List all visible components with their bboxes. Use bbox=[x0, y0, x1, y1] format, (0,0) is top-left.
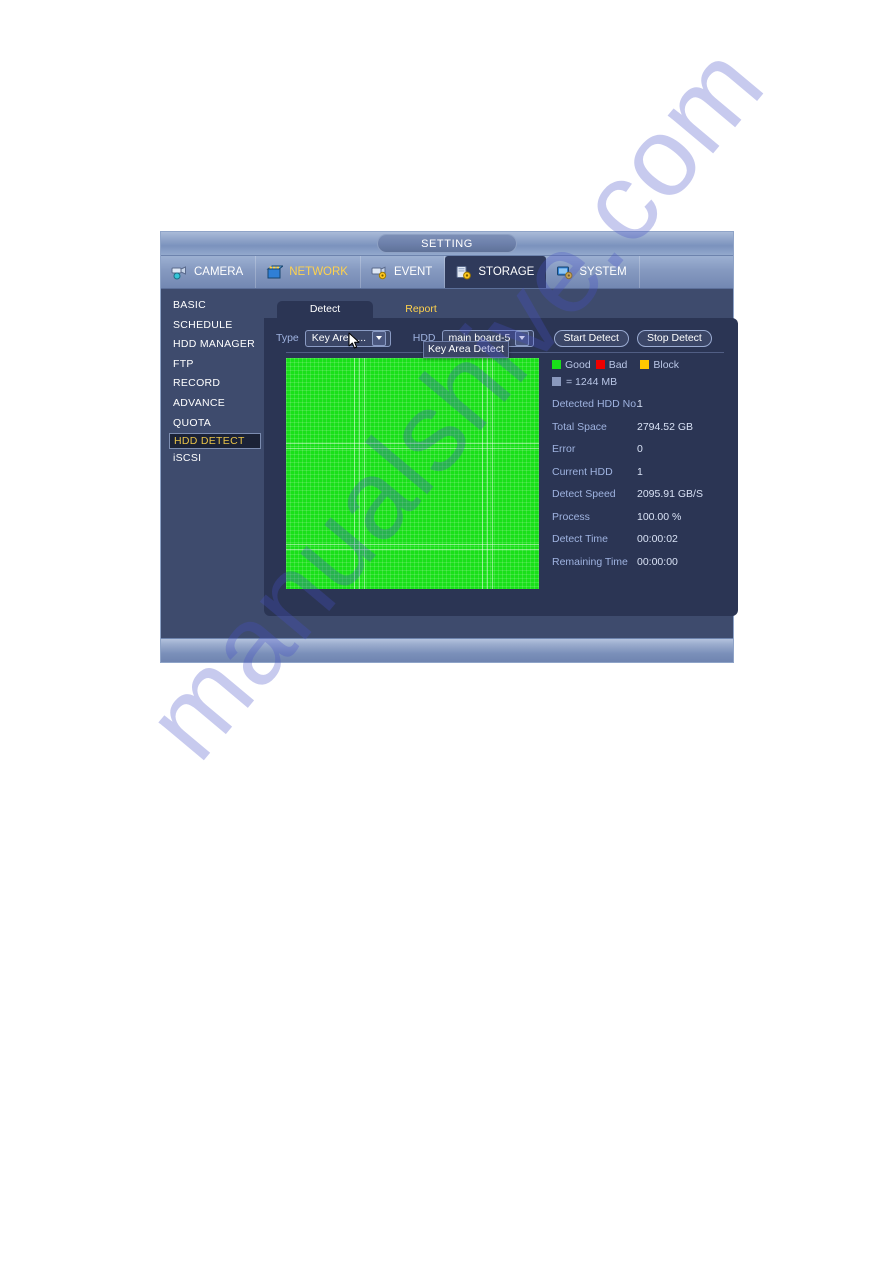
sidebar-item-advance-label: ADVANCE bbox=[173, 396, 226, 409]
tab-camera-label: CAMERA bbox=[194, 266, 244, 278]
info-row-error: Error 0 bbox=[552, 438, 738, 461]
info-key: Error bbox=[552, 443, 576, 456]
tab-report-label: Report bbox=[405, 303, 437, 315]
tab-storage-label: STORAGE bbox=[478, 266, 535, 278]
sidebar-item-hdd-detect-label: HDD DETECT bbox=[174, 435, 245, 448]
info-key: Process bbox=[552, 510, 590, 523]
sidebar-item-basic[interactable]: BASIC bbox=[161, 296, 264, 316]
legend-good-label: Good bbox=[565, 358, 591, 371]
tab-system-label: SYSTEM bbox=[579, 266, 627, 278]
info-row-detected-hdd-no: Detected HDD No. 1 bbox=[552, 393, 738, 416]
sidebar-item-schedule-label: SCHEDULE bbox=[173, 318, 233, 331]
storage-icon bbox=[455, 265, 472, 280]
legend-good: Good bbox=[552, 359, 591, 371]
nav-filler bbox=[640, 256, 733, 288]
info-value: 1 bbox=[637, 465, 643, 478]
sidebar-item-quota[interactable]: QUOTA bbox=[161, 414, 264, 434]
info-row-detect-speed: Detect Speed 2095.91 GB/S bbox=[552, 483, 738, 506]
sidebar-item-iscsi[interactable]: iSCSI bbox=[161, 449, 264, 469]
window-body: BASIC SCHEDULE HDD MANAGER FTP RECORD AD… bbox=[161, 289, 738, 638]
chevron-down-icon[interactable] bbox=[371, 330, 386, 346]
sidebar-item-schedule[interactable]: SCHEDULE bbox=[161, 316, 264, 336]
tab-report[interactable]: Report bbox=[373, 301, 469, 318]
legend-block: Block bbox=[640, 359, 679, 371]
type-select-tooltip: Key Area Detect bbox=[423, 341, 509, 358]
info-row-remaining-time: Remaining Time 00:00:00 bbox=[552, 551, 738, 574]
info-key: Remaining Time bbox=[552, 555, 628, 568]
tab-detect[interactable]: Detect bbox=[277, 301, 373, 318]
system-icon bbox=[556, 265, 573, 280]
legend-bad: Bad bbox=[595, 358, 628, 371]
start-detect-button[interactable]: Start Detect bbox=[553, 329, 629, 347]
detect-body: Good Bad Block = 1244 MB Detected HDD No… bbox=[264, 349, 738, 589]
info-value: 2794.52 GB bbox=[637, 420, 694, 433]
info-key: Detect Speed bbox=[552, 488, 616, 501]
sidebar-item-record[interactable]: RECORD bbox=[161, 374, 264, 394]
sidebar-item-record-label: RECORD bbox=[173, 377, 221, 390]
type-label: Type bbox=[276, 332, 299, 344]
sidebar-item-hdd-detect[interactable]: HDD DETECT bbox=[169, 433, 261, 450]
sub-tabs: Detect Report bbox=[264, 301, 751, 318]
info-value: 2095.91 GB/S bbox=[637, 488, 703, 501]
sidebar-item-ftp[interactable]: FTP bbox=[161, 355, 264, 375]
window-title: SETTING bbox=[377, 234, 517, 253]
legend-block-label: Block bbox=[653, 358, 680, 371]
tab-camera[interactable]: CAMERA bbox=[161, 256, 257, 288]
tab-network-label: NETWORK bbox=[289, 266, 348, 278]
chevron-down-icon[interactable] bbox=[514, 330, 529, 346]
info-key: Detected HDD No. bbox=[552, 398, 639, 411]
page-root: manualshive.com SETTING CAMERA NETWORK E… bbox=[0, 0, 893, 1263]
setting-window: SETTING CAMERA NETWORK EVENT STORAGE SYS… bbox=[160, 231, 738, 663]
disk-block-map bbox=[286, 358, 539, 589]
sidebar-item-iscsi-label: iSCSI bbox=[173, 452, 202, 465]
tab-system[interactable]: SYSTEM bbox=[546, 256, 640, 288]
info-row-process: Process 100.00 % bbox=[552, 506, 738, 529]
legend-unit-row: = 1244 MB bbox=[552, 375, 738, 388]
good-swatch-icon bbox=[552, 360, 561, 369]
tab-event-label: EVENT bbox=[393, 266, 433, 278]
sidebar-item-ftp-label: FTP bbox=[173, 357, 194, 370]
event-icon bbox=[371, 265, 388, 280]
type-select[interactable]: Key Area ... bbox=[304, 329, 391, 347]
legend-bad-label: Bad bbox=[608, 358, 628, 371]
info-value: 1 bbox=[637, 398, 643, 411]
sidebar-item-hdd-manager-label: HDD MANAGER bbox=[173, 338, 256, 351]
info-value: 0 bbox=[637, 443, 643, 456]
legend-row: Good Bad Block bbox=[552, 358, 738, 371]
info-value: 100.00 % bbox=[637, 510, 682, 523]
window-bottombar bbox=[161, 638, 733, 662]
storage-sidebar: BASIC SCHEDULE HDD MANAGER FTP RECORD AD… bbox=[161, 289, 264, 638]
sidebar-item-advance[interactable]: ADVANCE bbox=[161, 394, 264, 414]
info-value: 00:00:02 bbox=[637, 533, 678, 546]
type-select-value: Key Area ... bbox=[311, 332, 367, 344]
info-row-total-space: Total Space 2794.52 GB bbox=[552, 416, 738, 439]
block-swatch-icon bbox=[640, 360, 650, 369]
tab-event[interactable]: EVENT bbox=[361, 256, 446, 288]
sidebar-item-hdd-manager[interactable]: HDD MANAGER bbox=[161, 335, 264, 355]
info-row-current-hdd: Current HDD 1 bbox=[552, 461, 738, 484]
info-key: Detect Time bbox=[552, 533, 609, 546]
info-row-detect-time: Detect Time 00:00:02 bbox=[552, 528, 738, 551]
network-icon bbox=[266, 265, 284, 280]
info-value: 00:00:00 bbox=[637, 555, 678, 568]
unit-swatch-icon bbox=[552, 377, 561, 386]
detect-info: Good Bad Block = 1244 MB Detected HDD No… bbox=[552, 358, 738, 589]
info-key: Total Space bbox=[552, 420, 607, 433]
info-key: Current HDD bbox=[552, 465, 613, 478]
tab-detect-label: Detect bbox=[309, 303, 341, 315]
camera-icon bbox=[171, 265, 188, 280]
tab-network[interactable]: NETWORK bbox=[256, 256, 361, 288]
bad-swatch-icon bbox=[595, 360, 605, 369]
detect-panel: Type Key Area ... HDD main board-5 Start… bbox=[264, 318, 738, 616]
stop-detect-button[interactable]: Stop Detect bbox=[636, 329, 712, 347]
window-titlebar: SETTING bbox=[161, 232, 733, 256]
content-area: Detect Report Type Key Area ... HDD main… bbox=[264, 289, 751, 638]
tab-storage[interactable]: STORAGE bbox=[445, 256, 547, 288]
sidebar-item-basic-label: BASIC bbox=[173, 299, 207, 311]
sidebar-item-quota-label: QUOTA bbox=[173, 416, 212, 429]
main-nav-tabs: CAMERA NETWORK EVENT STORAGE SYSTEM bbox=[161, 256, 733, 289]
legend-unit-label: = 1244 MB bbox=[566, 375, 618, 388]
